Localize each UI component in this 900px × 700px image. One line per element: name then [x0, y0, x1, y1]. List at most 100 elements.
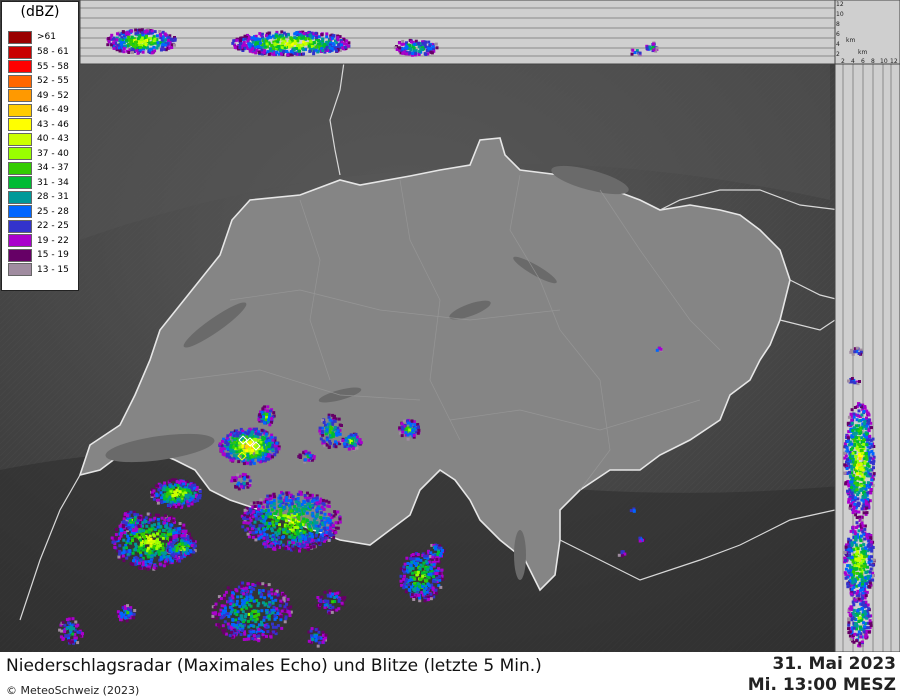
echo-pixel	[250, 527, 254, 531]
echo-pixel	[847, 415, 851, 419]
echo-pixel	[169, 532, 173, 536]
echo-pixel	[631, 48, 635, 52]
echo-pixel	[344, 438, 348, 442]
echo-pixel	[418, 567, 422, 570]
echo-pixel	[250, 449, 254, 452]
echo-pixel	[138, 35, 142, 39]
echo-pixel	[147, 530, 151, 534]
echo-pixel	[293, 535, 297, 539]
echo-pixel	[417, 41, 421, 45]
echo-pixel	[856, 547, 860, 551]
echo-pixel	[153, 30, 157, 34]
echo-pixel	[322, 502, 326, 506]
echo-pixel	[152, 39, 156, 43]
echo-pixel	[152, 497, 156, 501]
echo-pixel	[850, 377, 854, 380]
echo-pixel	[251, 458, 255, 462]
echo-pixel	[334, 531, 338, 534]
echo-pixel	[648, 45, 652, 49]
echo-pixel	[237, 460, 241, 464]
echo-pixel	[321, 37, 325, 41]
echo-pixel	[846, 582, 850, 586]
echo-pixel	[238, 431, 242, 435]
echo-pixel	[866, 481, 870, 485]
echo-pixel	[159, 557, 163, 561]
echo-pixel	[137, 524, 141, 528]
echo-pixel	[258, 413, 262, 417]
echo-pixel	[412, 557, 416, 561]
echo-pixel	[274, 625, 278, 629]
echo-pixel	[275, 51, 279, 55]
echo-pixel	[275, 544, 279, 548]
echo-pixel	[262, 415, 265, 419]
echo-pixel	[170, 485, 174, 489]
echo-pixel	[857, 409, 861, 413]
echo-pixel	[284, 499, 288, 502]
echo-pixel	[852, 585, 856, 589]
echo-pixel	[401, 39, 405, 43]
echo-pixel	[865, 443, 869, 447]
echo-pixel	[125, 38, 128, 42]
echo-pixel	[401, 430, 405, 434]
echo-pixel	[320, 521, 324, 525]
echo-pixel	[242, 521, 246, 525]
echo-pixel	[847, 500, 851, 504]
echo-pixel	[139, 553, 143, 557]
echo-pixel	[861, 495, 865, 499]
echo-pixel	[118, 536, 121, 540]
echo-pixel	[168, 556, 172, 560]
echo-pixel	[122, 517, 126, 521]
echo-pixel	[429, 572, 433, 576]
echo-pixel	[236, 621, 240, 624]
echo-pixel	[397, 41, 401, 45]
echo-pixel	[398, 46, 402, 50]
echo-pixel	[122, 47, 126, 50]
echo-pixel	[171, 478, 175, 482]
echo-pixel	[170, 523, 174, 527]
echo-pixel	[860, 498, 864, 502]
echo-pixel	[345, 39, 349, 43]
echo-pixel	[143, 535, 147, 539]
echo-pixel	[277, 540, 281, 544]
echo-pixel	[150, 29, 154, 33]
echo-pixel	[849, 592, 853, 596]
echo-pixel	[853, 502, 857, 506]
echo-pixel	[850, 486, 853, 490]
echo-pixel	[413, 423, 417, 427]
echo-pixel	[266, 409, 270, 413]
echo-pixel	[189, 536, 193, 540]
echo-pixel	[856, 609, 860, 613]
echo-pixel	[403, 562, 407, 566]
echo-pixel	[291, 528, 295, 532]
echo-pixel	[312, 545, 316, 549]
echo-pixel	[298, 46, 302, 50]
echo-pixel	[118, 49, 122, 53]
echo-pixel	[270, 596, 274, 600]
echo-pixel	[853, 632, 857, 636]
echo-pixel	[852, 570, 855, 574]
echo-pixel	[303, 458, 307, 462]
echo-pixel	[855, 488, 859, 492]
echo-pixel	[860, 436, 864, 440]
echo-pixel	[316, 527, 320, 531]
echo-pixel	[334, 526, 338, 530]
echo-pixel	[334, 445, 338, 449]
echo-pixel	[196, 499, 200, 503]
echo-pixel	[302, 517, 306, 521]
echo-pixel	[152, 566, 156, 570]
echo-pixel	[852, 412, 856, 416]
echo-pixel	[274, 598, 278, 602]
echo-pixel	[163, 481, 167, 485]
echo-pixel	[302, 32, 306, 36]
echo-pixel	[141, 563, 145, 566]
echo-pixel	[303, 42, 307, 46]
echo-pixel	[300, 36, 304, 40]
echo-pixel	[139, 543, 143, 547]
echo-pixel	[167, 503, 171, 507]
echo-pixel	[286, 530, 290, 534]
echo-pixel	[215, 616, 219, 620]
echo-pixel	[421, 574, 425, 578]
echo-pixel	[330, 427, 334, 431]
echo-pixel	[411, 571, 414, 575]
echo-pixel	[265, 432, 269, 436]
